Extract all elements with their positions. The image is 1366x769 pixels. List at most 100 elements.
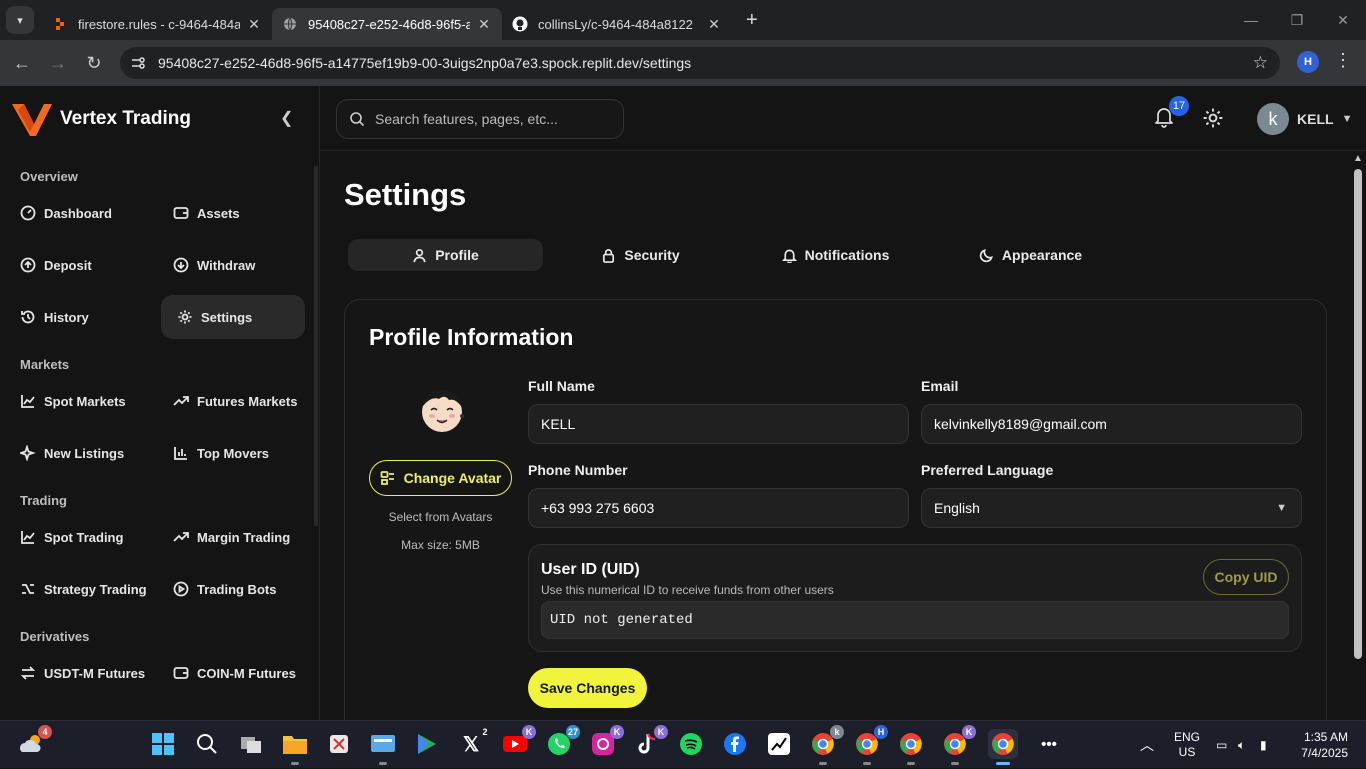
battery-icon[interactable]: ▮ [1260,738,1282,752]
sidebar-item-withdraw[interactable]: Withdraw [157,243,301,287]
snipping-tool-icon[interactable] [324,729,354,759]
tab-profile[interactable]: Profile [348,239,543,271]
instagram-icon[interactable]: K [588,725,624,759]
close-tab-icon[interactable]: ✕ [706,16,722,33]
facebook-icon[interactable] [720,729,750,759]
x-twitter-icon[interactable]: 𝕏 2 [456,727,488,759]
browser-tab-firestore[interactable]: firestore.rules - c-9464-484a8122 ✕ [42,8,272,40]
chrome-active-icon[interactable] [988,729,1018,765]
close-tab-icon[interactable]: ✕ [476,16,492,33]
sidebar-item-assets[interactable]: Assets [157,191,301,235]
sidebar-item-dashboard[interactable]: Dashboard [4,191,148,235]
chrome-profile-k2-icon[interactable]: K [940,725,976,765]
change-avatar-button[interactable]: Change Avatar [369,460,512,496]
more-apps-icon[interactable]: ••• [1034,729,1064,759]
section-trading: Trading [20,493,67,508]
tab-appearance[interactable]: Appearance [933,239,1128,271]
show-hidden-icons[interactable]: ︿ [1140,721,1154,769]
close-window-icon[interactable]: ✕ [1320,0,1366,40]
language-select[interactable]: English ▼ [921,488,1302,528]
volume-icon[interactable]: 🔈︎ [1238,738,1260,753]
sidebar-item-spot-markets[interactable]: Spot Markets [4,379,148,423]
system-tray-icons[interactable]: ▭ 🔈︎ ▮ [1216,721,1282,769]
browser-tab-github[interactable]: collinsLy/c-9464-484a8122 ✕ [502,8,732,40]
tiktok-icon[interactable]: K [632,725,668,759]
maximize-icon[interactable]: ❐ [1274,0,1320,40]
history-icon [20,309,36,325]
sidebar-item-usdt-futures[interactable]: USDT-M Futures [4,651,148,695]
forward-arrow-icon[interactable]: → [40,45,76,81]
copy-uid-button[interactable]: Copy UID [1203,559,1289,595]
scroll-up-icon[interactable]: ▲ [1353,153,1363,164]
sidebar-item-top-movers[interactable]: Top Movers [157,431,301,475]
back-arrow-icon[interactable]: ← [4,45,40,81]
running-indicator [863,762,871,765]
chrome-profile-k-icon[interactable]: k [808,725,844,765]
button-label: Change Avatar [403,470,502,486]
chrome-profile-h-icon[interactable]: H [852,725,888,765]
weather-icon[interactable]: 4 [16,725,52,759]
weather-badge: 4 [38,725,52,739]
page-scrollbar[interactable]: ▲ [1350,151,1366,720]
full-name-field[interactable]: KELL [528,404,909,444]
chrome-profile-icon[interactable] [896,729,926,765]
sidebar-item-label: USDT-M Futures [44,665,146,681]
url-field[interactable]: 95408c27-e252-46d8-96f5-a14775ef19b9-00-… [120,47,1280,79]
sidebar-item-new-listings[interactable]: New Listings [4,431,148,475]
sidebar-item-coin-futures[interactable]: COIN-M Futures [157,651,301,695]
withdraw-icon [173,257,189,273]
strategy-icon [20,581,36,597]
sidebar-item-spot-trading[interactable]: Spot Trading [4,515,148,559]
sidebar-item-trading-bots[interactable]: Trading Bots [157,567,301,611]
taskbar-search-icon[interactable] [192,729,222,759]
chevron-up-icon[interactable]: ︿ [1140,735,1154,755]
tab-notifications[interactable]: Notifications [738,239,933,271]
display-icon[interactable]: ▭ [1216,738,1238,752]
search-box[interactable] [336,99,624,139]
new-tab-button[interactable]: + [746,9,758,32]
sidebar-item-margin-trading[interactable]: Margin Trading [157,515,301,559]
clock[interactable]: 1:35 AM 7/4/2025 [1296,721,1348,769]
sidebar-scrollbar[interactable] [314,166,318,526]
app-icon[interactable] [368,729,398,765]
spotify-icon[interactable] [676,729,706,759]
scrollbar-thumb[interactable] [1354,169,1362,659]
play-store-icon[interactable] [412,729,442,759]
tab-security[interactable]: Security [543,239,738,271]
bell-icon [781,249,797,263]
gear-icon[interactable] [1202,107,1224,129]
language-indicator[interactable]: ENG US [1174,721,1200,769]
browser-tab-replit-dev[interactable]: 95408c27-e252-46d8-96f5-a14775ef19b9 ✕ [272,8,502,40]
file-explorer-icon[interactable] [280,729,310,765]
sidebar-item-deposit[interactable]: Deposit [4,243,148,287]
brand[interactable]: Vertex Trading [12,102,191,136]
sidebar-item-history[interactable]: History [4,295,148,339]
browser-profile-avatar[interactable]: H [1297,51,1319,73]
browser-menu-icon[interactable]: ⋮ [1334,50,1352,71]
sidebar-item-label: Top Movers [197,445,269,461]
reload-icon[interactable]: ↻ [76,45,112,81]
tab-search-button[interactable]: ▾ [6,6,34,34]
sidebar-item-futures-markets[interactable]: Futures Markets [157,379,301,423]
stocks-app-icon[interactable] [764,729,794,759]
windows-start-icon[interactable] [148,729,178,759]
minimize-icon[interactable]: — [1228,0,1274,40]
user-icon [413,248,426,262]
whatsapp-icon[interactable]: 27 [544,725,580,759]
search-input[interactable] [375,111,615,127]
user-menu[interactable]: k KELL ▼ [1257,103,1352,135]
avatar-select-hint: Select from Avatars [388,510,493,524]
youtube-icon[interactable]: K [500,725,536,759]
profile-avatar-image[interactable] [415,382,469,436]
bookmark-star-icon[interactable]: ☆ [1253,53,1268,73]
site-info-icon[interactable] [130,55,146,71]
save-changes-button[interactable]: Save Changes [528,668,647,708]
close-tab-icon[interactable]: ✕ [246,16,262,33]
address-bar: ← → ↻ 95408c27-e252-46d8-96f5-a14775ef19… [0,40,1366,86]
collapse-sidebar-icon[interactable]: ❮ [280,108,293,128]
phone-field[interactable]: +63 993 275 6603 [528,488,909,528]
sidebar-item-settings[interactable]: Settings [161,295,305,339]
sidebar-item-strategy-trading[interactable]: Strategy Trading [4,567,148,611]
email-field[interactable]: kelvinkelly8189@gmail.com [921,404,1302,444]
task-view-icon[interactable] [236,729,266,759]
